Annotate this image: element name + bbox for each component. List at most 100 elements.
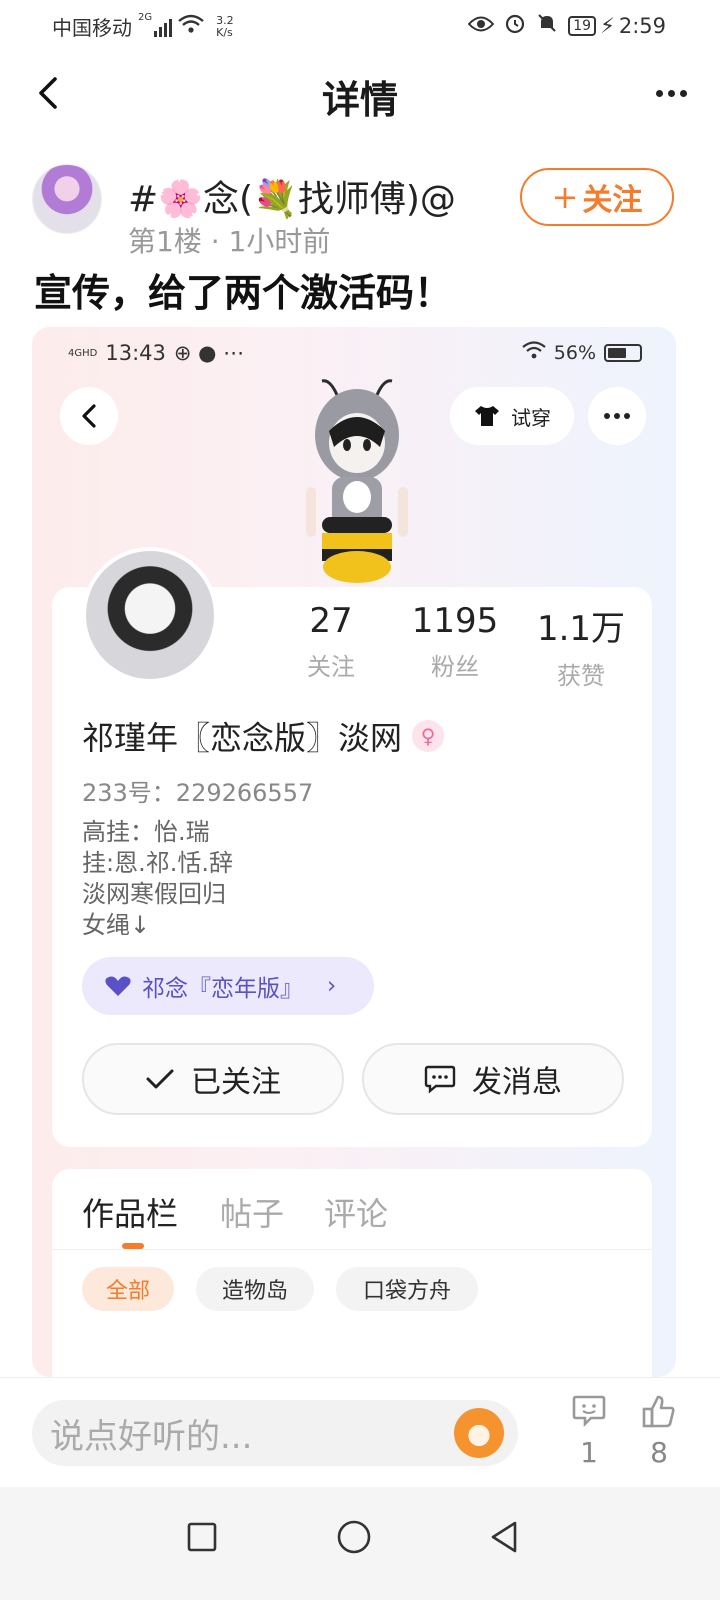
embedded-battery-pct: 56%	[553, 341, 596, 364]
stat-following: 27 关注	[276, 601, 386, 682]
author-name[interactable]: #🌸念(💐找师傅)@	[128, 170, 456, 222]
embedded-more-button	[588, 387, 646, 445]
stat-value: 1.1万	[536, 609, 626, 649]
tab-works: 作品栏	[82, 1195, 179, 1233]
tab-comments: 评论	[324, 1195, 389, 1233]
profile-uid: 233号：229266557	[82, 779, 314, 807]
followed-button: 已关注	[82, 1043, 344, 1115]
stat-label: 粉丝	[431, 653, 479, 681]
square-icon	[187, 1522, 217, 1552]
followed-label: 已关注	[191, 1065, 281, 1100]
post-image[interactable]: 4GHD 13:43 ⊕ ● ⋯ 56% 试穿 27 关注 1195 粉丝 1.…	[32, 327, 676, 1377]
try-on-button: 试穿	[450, 387, 574, 445]
network-type: 2G	[138, 12, 153, 23]
comment-count-button[interactable]: 1	[564, 1394, 614, 1469]
embedded-time: 13:43	[105, 341, 166, 365]
chevron-right-icon: ›	[327, 973, 337, 999]
dot-icon	[614, 413, 620, 419]
heart-icon	[105, 976, 131, 996]
dot-icon	[667, 89, 675, 97]
fan-group-label: 祁念『恋年版』	[142, 976, 303, 1002]
embedded-network: 4GHD	[68, 347, 98, 359]
stat-likes: 1.1万 获赞	[526, 601, 636, 691]
filter-creation-island: 造物岛	[196, 1267, 314, 1311]
stat-label: 获赞	[557, 662, 605, 690]
comment-placeholder: 说点好听的...	[50, 1416, 253, 1457]
comment-count: 1	[580, 1436, 598, 1469]
embedded-status-left: 4GHD 13:43 ⊕ ● ⋯	[68, 341, 244, 365]
message-button: 发消息	[362, 1043, 624, 1115]
stat-value: 1195	[411, 601, 499, 641]
female-icon: ♀	[412, 720, 445, 752]
dot-icon	[624, 413, 630, 419]
tab-posts: 帖子	[220, 1195, 285, 1233]
profile-tabs-card: 作品栏 帖子 评论 全部 造物岛 口袋方舟	[52, 1169, 652, 1377]
more-options-button[interactable]	[648, 73, 694, 113]
network-speed: 3.2 K/s	[216, 14, 234, 39]
recents-button[interactable]	[178, 1513, 226, 1561]
post-meta: 第1楼 · 1小时前	[128, 225, 331, 258]
profile-bio: 高挂：怡.瑞 挂:恩.祁.恬.辞 淡网寒假回归 女绳↓	[82, 817, 233, 941]
stat-label: 关注	[307, 653, 355, 681]
message-label: 发消息	[472, 1065, 562, 1100]
embedded-back-button	[60, 387, 118, 445]
status-bar: 中国移动 2G 3.2 K/s 19 ⚡ 2:59	[0, 0, 720, 50]
alarm-icon	[504, 12, 526, 39]
status-right: 19 ⚡ 2:59	[467, 12, 666, 39]
embedded-wifi-icon	[522, 341, 546, 364]
mute-bell-icon	[536, 12, 558, 39]
stat-value: 27	[309, 601, 353, 641]
mascot-emoji-icon[interactable]	[454, 1408, 504, 1458]
dot-icon	[655, 89, 663, 97]
bio-line: 淡网寒假回归	[82, 880, 226, 908]
comment-bar: 说点好听的... 1 8	[0, 1377, 720, 1487]
page-header: 详情	[0, 55, 720, 135]
avatar-character-illustration	[306, 379, 408, 583]
author-avatar[interactable]	[32, 164, 102, 234]
wifi-icon	[178, 14, 204, 39]
eye-icon	[467, 14, 495, 38]
triangle-back-icon	[491, 1521, 517, 1553]
nickname-text: 祁瑾年〖恋念版〗淡网	[82, 719, 403, 757]
profile-card: 27 关注 1195 粉丝 1.1万 获赞 祁瑾年〖恋念版〗淡网 ♀ 233号：…	[52, 547, 652, 1147]
embedded-notification-icons: ⊕ ● ⋯	[173, 341, 245, 365]
home-button[interactable]	[330, 1513, 378, 1561]
follow-label: 关注	[582, 183, 643, 218]
dot-icon	[679, 89, 687, 97]
follow-button[interactable]: + 关注	[520, 168, 674, 226]
bio-line: 高挂：怡.瑞	[82, 818, 210, 846]
like-count-button[interactable]: 8	[634, 1394, 684, 1469]
post-body-text: 宣传，给了两个激活码！	[34, 271, 453, 315]
bio-line: 女绳↓	[82, 911, 151, 939]
circle-icon	[337, 1520, 371, 1554]
try-on-label: 试穿	[511, 405, 551, 430]
like-count: 8	[650, 1436, 668, 1469]
status-left: 中国移动 2G 3.2 K/s	[52, 12, 234, 41]
check-icon	[146, 1069, 174, 1089]
filter-all: 全部	[82, 1267, 174, 1311]
thumbs-up-icon	[642, 1395, 675, 1428]
tabs-divider	[52, 1249, 652, 1250]
chevron-left-icon	[82, 404, 96, 428]
filter-pocket-ark: 口袋方舟	[336, 1267, 478, 1311]
comment-input[interactable]: 说点好听的...	[32, 1400, 518, 1466]
system-nav-bar	[0, 1487, 720, 1600]
profile-nickname: 祁瑾年〖恋念版〗淡网 ♀	[82, 713, 445, 759]
page-title: 详情	[321, 78, 398, 122]
charging-icon: ⚡	[600, 13, 615, 38]
stat-followers: 1195 粉丝	[400, 601, 510, 682]
embedded-battery-icon	[604, 343, 642, 362]
clock-time: 2:59	[618, 13, 666, 38]
embedded-status-right: 56%	[522, 341, 642, 364]
plus-icon: +	[551, 178, 579, 216]
tshirt-icon	[475, 406, 499, 426]
comment-icon	[572, 1395, 606, 1428]
signal-icon	[154, 17, 173, 37]
back-nav-button[interactable]	[480, 1513, 528, 1561]
dot-icon	[604, 413, 610, 419]
profile-avatar	[82, 547, 218, 683]
speed-unit: K/s	[216, 25, 233, 39]
carrier-label: 中国移动	[52, 16, 132, 40]
chat-bubble-icon	[424, 1065, 456, 1094]
fan-group-chip: 祁念『恋年版』 ›	[82, 957, 374, 1015]
